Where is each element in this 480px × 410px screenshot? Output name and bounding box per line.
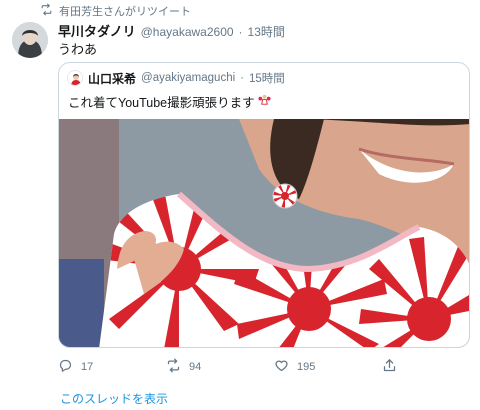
- reply-count: 17: [81, 361, 94, 373]
- like-button[interactable]: 195: [274, 359, 315, 375]
- tweet-time[interactable]: 13時間: [248, 23, 285, 40]
- quoted-tweet-photo[interactable]: [59, 119, 470, 348]
- quoted-display-name[interactable]: 山口采希: [88, 70, 136, 87]
- show-thread-link[interactable]: このスレッドを表示: [60, 390, 168, 407]
- author-display-name[interactable]: 早川タダノリ: [58, 21, 136, 40]
- retweet-count: 94: [189, 361, 202, 373]
- separator-dot: ·: [240, 72, 244, 84]
- cheerleader-emoji-icon: [258, 94, 271, 110]
- tweet-header: 早川タダノリ @hayakawa2600 · 13時間: [58, 21, 285, 39]
- quoted-author-avatar: [67, 70, 83, 86]
- author-handle[interactable]: @hayakawa2600: [141, 25, 234, 39]
- share-icon: [382, 358, 397, 376]
- reply-button[interactable]: 17: [58, 359, 93, 375]
- retweet-icon: [40, 3, 53, 19]
- quoted-tweet-text: これ着てYouTube撮影頑張ります: [68, 96, 255, 110]
- like-count: 195: [297, 361, 316, 373]
- retweet-icon: [166, 358, 181, 376]
- share-button[interactable]: [382, 359, 397, 375]
- retweet-banner[interactable]: 有田芳生さんがリツイート: [40, 3, 191, 19]
- quoted-handle[interactable]: @ayakiyamaguchi: [141, 72, 235, 84]
- author-avatar[interactable]: [12, 22, 48, 58]
- retweet-button[interactable]: 94: [166, 358, 202, 376]
- reply-icon: [58, 358, 73, 376]
- quoted-time[interactable]: 15時間: [249, 70, 285, 86]
- heart-icon: [274, 358, 289, 376]
- retweeter-text[interactable]: 有田芳生さんがリツイート: [59, 3, 191, 19]
- tweet-actions: 17 94 195: [58, 358, 458, 376]
- tweet-text: うわあ: [58, 42, 98, 57]
- separator-dot: ·: [238, 25, 243, 39]
- quoted-tweet-text-row: これ着てYouTube撮影頑張ります: [68, 92, 271, 111]
- quoted-tweet-card[interactable]: 山口采希 @ayakiyamaguchi · 15時間 これ着てYouTube撮…: [58, 62, 470, 348]
- quoted-tweet-header: 山口采希 @ayakiyamaguchi · 15時間: [67, 70, 285, 86]
